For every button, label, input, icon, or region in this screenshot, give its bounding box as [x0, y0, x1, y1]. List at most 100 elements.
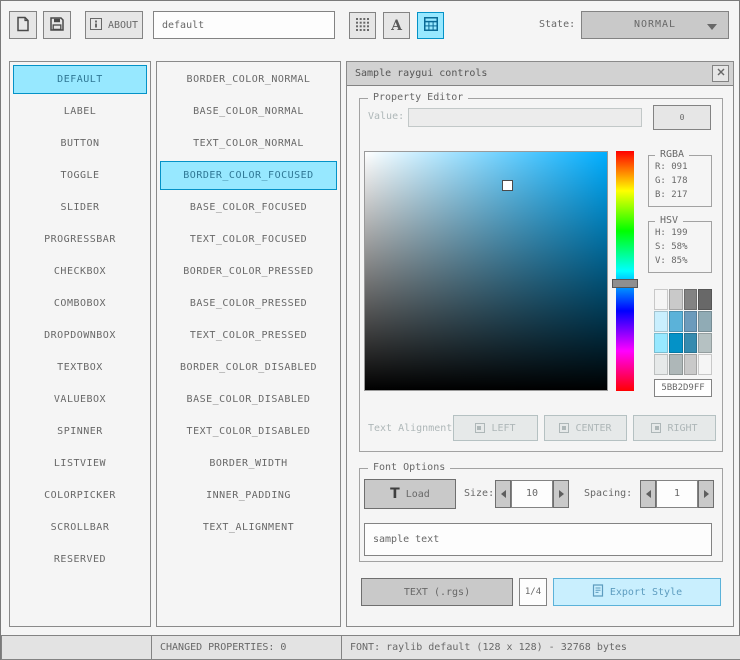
export-icon — [592, 584, 604, 600]
size-decrement-button[interactable] — [495, 480, 511, 508]
property-item-base-color-disabled[interactable]: BASE_COLOR_DISABLED — [160, 385, 337, 414]
property-item-text-color-normal[interactable]: TEXT_COLOR_NORMAL — [160, 129, 337, 158]
control-item-valuebox[interactable]: VALUEBOX — [13, 385, 147, 414]
property-item-border-color-pressed[interactable]: BORDER_COLOR_PRESSED — [160, 257, 337, 286]
property-editor-group-label: Property Editor — [368, 92, 469, 103]
control-item-progressbar[interactable]: PROGRESSBAR — [13, 225, 147, 254]
style-color-swatch[interactable] — [683, 310, 698, 332]
control-item-slider[interactable]: SLIDER — [13, 193, 147, 222]
style-color-swatch[interactable] — [668, 289, 683, 310]
property-item-text-alignment[interactable]: TEXT_ALIGNMENT — [160, 513, 337, 542]
property-item-text-color-pressed[interactable]: TEXT_COLOR_PRESSED — [160, 321, 337, 350]
style-color-swatch[interactable] — [654, 310, 668, 332]
style-color-swatch[interactable] — [683, 289, 698, 310]
size-increment-button[interactable] — [553, 480, 569, 508]
value-spinner-label: 0 — [679, 113, 685, 122]
style-color-swatch[interactable] — [698, 354, 712, 375]
property-item-base-color-focused[interactable]: BASE_COLOR_FOCUSED — [160, 193, 337, 222]
property-item-border-width[interactable]: BORDER_WIDTH — [160, 449, 337, 478]
control-item-button[interactable]: BUTTON — [13, 129, 147, 158]
align-right-button[interactable]: RIGHT — [633, 415, 716, 441]
property-item-base-color-pressed[interactable]: BASE_COLOR_PRESSED — [160, 289, 337, 318]
value-spinner-button[interactable]: 0 — [653, 105, 711, 130]
style-color-swatch[interactable] — [698, 289, 712, 310]
sample-window-titlebar[interactable]: Sample raygui controls — [347, 62, 733, 86]
property-item-base-color-normal[interactable]: BASE_COLOR_NORMAL — [160, 97, 337, 126]
sample-text-input[interactable] — [364, 523, 712, 556]
style-color-swatch[interactable] — [668, 310, 683, 332]
control-item-spinner[interactable]: SPINNER — [13, 417, 147, 446]
rgba-group: RGBA R: 091 G: 178 B: 217 — [648, 149, 712, 207]
hue-slider-handle[interactable] — [612, 279, 638, 288]
property-item-border-color-focused[interactable]: BORDER_COLOR_FOCUSED — [160, 161, 337, 190]
font-spacing-value[interactable]: 1 — [656, 480, 698, 508]
control-item-listview[interactable]: LISTVIEW — [13, 449, 147, 478]
hex-color-value[interactable]: 5BB2D9FF — [654, 379, 712, 397]
control-item-reserved[interactable]: RESERVED — [13, 545, 147, 574]
style-color-swatch[interactable] — [683, 332, 698, 354]
close-button[interactable] — [712, 65, 729, 82]
control-item-label[interactable]: LABEL — [13, 97, 147, 126]
font-size-value[interactable]: 10 — [511, 480, 553, 508]
load-font-label: Load — [405, 488, 430, 500]
property-item-text-color-focused[interactable]: TEXT_COLOR_FOCUSED — [160, 225, 337, 254]
align-left-button[interactable]: LEFT — [453, 415, 538, 441]
control-item-checkbox[interactable]: CHECKBOX — [13, 257, 147, 286]
arrow-left-icon — [500, 490, 506, 498]
style-color-swatch[interactable] — [683, 354, 698, 375]
property-item-inner-padding[interactable]: INNER_PADDING — [160, 481, 337, 510]
statusbar-changed-properties: CHANGED PROPERTIES: 0 — [151, 635, 342, 660]
control-item-textbox[interactable]: TEXTBOX — [13, 353, 147, 382]
grid-toggle-button[interactable] — [349, 12, 376, 39]
control-item-dropdownbox[interactable]: DROPDOWNBOX — [13, 321, 147, 350]
style-name-input[interactable] — [153, 11, 335, 39]
align-center-button[interactable]: CENTER — [544, 415, 627, 441]
style-color-swatch[interactable] — [654, 332, 668, 354]
color-picker-cursor[interactable] — [503, 181, 512, 190]
property-editor-group: Property Editor Value: 0 RGBA R: 091 G: … — [359, 92, 723, 452]
control-item-default[interactable]: DEFAULT — [13, 65, 147, 94]
export-format-button[interactable]: TEXT (.rgs) — [361, 578, 513, 606]
state-dropdown[interactable]: NORMAL — [581, 11, 729, 39]
load-font-button[interactable]: T Load — [364, 479, 456, 509]
style-color-palette — [654, 289, 712, 375]
control-item-toggle[interactable]: TOGGLE — [13, 161, 147, 190]
font-tool-button[interactable]: A — [383, 12, 410, 39]
text-alignment-label: Text Alignment: — [368, 423, 459, 434]
statusbar-font-info: FONT: raylib default (128 x 128) - 32768… — [341, 635, 740, 660]
property-item-text-color-disabled[interactable]: TEXT_COLOR_DISABLED — [160, 417, 337, 446]
font-size-label: Size: — [464, 488, 495, 499]
style-color-swatch[interactable] — [654, 289, 668, 310]
hue-bar[interactable] — [612, 151, 638, 391]
spacing-decrement-button[interactable] — [640, 480, 656, 508]
about-button[interactable]: ABOUT — [85, 11, 143, 39]
export-style-button[interactable]: Export Style — [553, 578, 721, 606]
rguistyler-window: ABOUT A State: NORMAL DEFAULT LABEL BUTTON… — [0, 0, 740, 660]
align-center-label: CENTER — [575, 422, 612, 434]
style-table-button[interactable] — [417, 12, 444, 39]
property-item-border-color-disabled[interactable]: BORDER_COLOR_DISABLED — [160, 353, 337, 382]
control-item-combobox[interactable]: COMBOBOX — [13, 289, 147, 318]
value-label: Value: — [368, 111, 405, 122]
style-color-swatch[interactable] — [698, 332, 712, 354]
style-color-swatch[interactable] — [668, 332, 683, 354]
spacing-increment-button[interactable] — [698, 480, 714, 508]
font-letter-icon: A — [391, 17, 402, 34]
style-color-swatch[interactable] — [654, 354, 668, 375]
controls-list: DEFAULT LABEL BUTTON TOGGLE SLIDER PROGRESSBA… — [9, 61, 151, 627]
new-style-button[interactable] — [9, 11, 37, 39]
style-table-icon — [423, 17, 438, 34]
property-item-border-color-normal[interactable]: BORDER_COLOR_NORMAL — [160, 65, 337, 94]
style-color-swatch[interactable] — [668, 354, 683, 375]
control-item-scrollbar[interactable]: SCROLLBAR — [13, 513, 147, 542]
hsv-saturation-value: S: 58% — [655, 242, 688, 252]
save-style-button[interactable] — [43, 11, 71, 39]
style-color-swatch[interactable] — [698, 310, 712, 332]
format-pager[interactable]: 1/4 — [519, 578, 547, 606]
grid-icon — [356, 17, 369, 34]
chevron-down-icon — [707, 24, 717, 30]
statusbar-left — [1, 635, 152, 660]
file-icon — [15, 16, 31, 35]
control-item-colorpicker[interactable]: COLORPICKER — [13, 481, 147, 510]
color-saturation-value-panel[interactable] — [364, 151, 608, 391]
